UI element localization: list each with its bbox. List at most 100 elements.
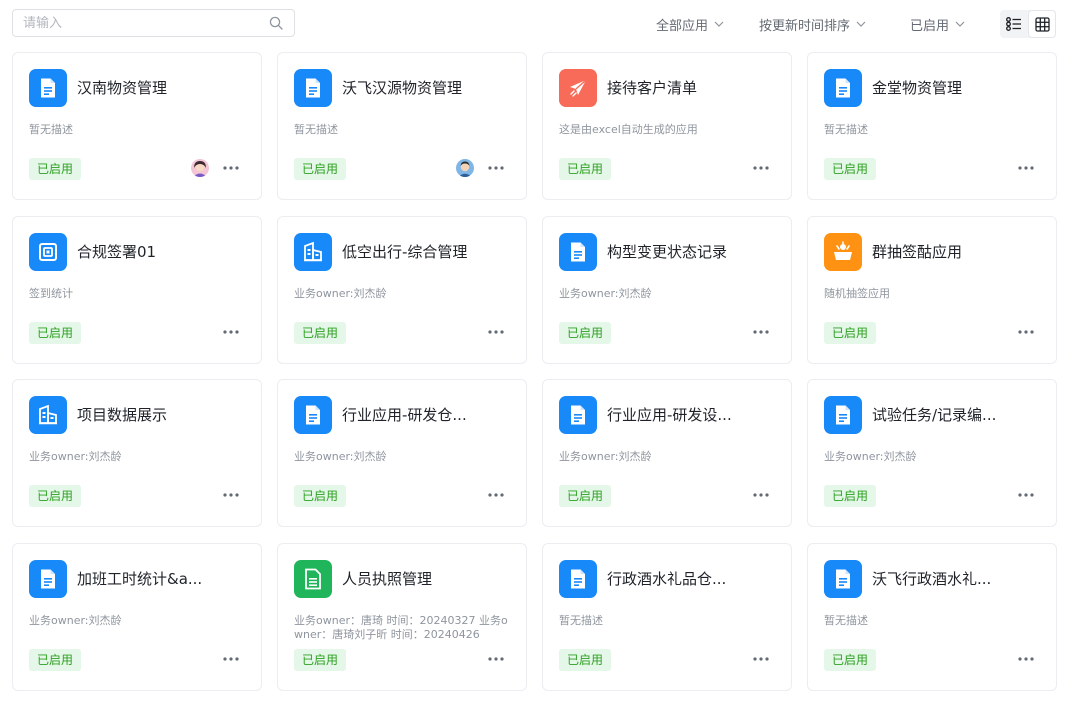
app-card[interactable]: 接待客户清单 这是由excel自动生成的应用 已启用 xyxy=(542,52,792,200)
app-name: 合规签署01 xyxy=(77,242,157,261)
status-badge: 已启用 xyxy=(559,485,612,507)
list-view-icon xyxy=(1006,17,1021,31)
app-name: 项目数据展示 xyxy=(77,406,168,424)
grid-view-button[interactable] xyxy=(1028,10,1056,38)
document-icon xyxy=(824,69,862,107)
chevron-down-icon xyxy=(955,21,965,27)
status-badge: 已启用 xyxy=(824,321,877,344)
more-options-icon[interactable] xyxy=(486,651,506,667)
app-name: 行政酒水礼品仓... xyxy=(607,569,727,588)
scope-filter-label: 全部应用 xyxy=(656,18,709,34)
app-card[interactable]: 行政酒水礼品仓... 暂无描述 已启用 xyxy=(542,542,792,691)
app-card-grid: 汉南物资管理 暂无描述 已启用 沃飞汉源物资管理 暂无描述 已启用 接待客户清单… xyxy=(12,52,1057,691)
status-badge: 已启用 xyxy=(29,485,82,507)
document-icon xyxy=(559,559,597,598)
app-description: 业务owner:刘杰龄 xyxy=(294,286,387,300)
more-options-icon[interactable] xyxy=(751,487,771,503)
status-badge: 已启用 xyxy=(824,648,877,671)
app-description: 暂无描述 xyxy=(824,613,868,627)
app-card[interactable]: 汉南物资管理 暂无描述 已启用 xyxy=(12,52,262,200)
document-icon xyxy=(559,396,597,434)
search-input[interactable] xyxy=(23,15,268,31)
app-card[interactable]: 构型变更状态记录 业务owner:刘杰龄 已启用 xyxy=(542,215,792,364)
more-options-icon[interactable] xyxy=(1016,160,1036,176)
male-avatar xyxy=(456,159,474,177)
app-card[interactable]: 行业应用-研发仓... 业务owner:刘杰龄 已启用 xyxy=(277,379,527,527)
building-icon xyxy=(294,232,332,271)
more-options-icon[interactable] xyxy=(221,324,241,340)
document-icon xyxy=(824,396,862,434)
document-icon xyxy=(294,69,332,107)
app-description: 随机抽签应用 xyxy=(824,286,890,300)
sort-dropdown[interactable]: 按更新时间排序 xyxy=(759,14,866,34)
app-card[interactable]: 沃飞行政酒水礼... 暂无描述 已启用 xyxy=(807,542,1057,691)
more-options-icon[interactable] xyxy=(1016,651,1036,667)
status-filter-label: 已启用 xyxy=(910,18,950,34)
app-name: 沃飞汉源物资管理 xyxy=(342,79,463,97)
status-badge: 已启用 xyxy=(294,485,347,507)
more-options-icon[interactable] xyxy=(221,160,241,176)
app-description: 暂无描述 xyxy=(559,613,603,627)
status-badge: 已启用 xyxy=(824,158,877,180)
app-name: 沃飞行政酒水礼... xyxy=(872,569,992,588)
sheet-icon xyxy=(294,559,332,598)
app-name: 行业应用-研发仓... xyxy=(342,406,467,424)
app-name: 加班工时统计&a... xyxy=(77,569,203,588)
app-card[interactable]: 群抽签酤应用 随机抽签应用 已启用 xyxy=(807,215,1057,364)
app-name: 构型变更状态记录 xyxy=(607,242,728,261)
grid-view-icon xyxy=(1034,16,1050,32)
status-badge: 已启用 xyxy=(29,648,82,671)
scope-filter-dropdown[interactable]: 全部应用 xyxy=(656,14,724,34)
app-name: 低空出行-综合管理 xyxy=(342,242,468,261)
more-options-icon[interactable] xyxy=(751,651,771,667)
app-name: 行业应用-研发设... xyxy=(607,406,732,424)
more-options-icon[interactable] xyxy=(486,324,506,340)
app-name: 金堂物资管理 xyxy=(872,79,963,97)
app-card[interactable]: 加班工时统计&a... 业务owner:刘杰龄 已启用 xyxy=(12,542,262,691)
search-icon[interactable] xyxy=(268,15,284,31)
status-badge: 已启用 xyxy=(824,485,877,507)
app-description: 这是由excel自动生成的应用 xyxy=(559,123,698,136)
toolbar: 全部应用 按更新时间排序 已启用 xyxy=(0,0,1080,48)
status-badge: 已启用 xyxy=(559,648,612,671)
app-card[interactable]: 试验任务/记录编... 业务owner:刘杰龄 已启用 xyxy=(807,379,1057,527)
status-filter-dropdown[interactable]: 已启用 xyxy=(910,14,965,34)
app-card[interactable]: 低空出行-综合管理 业务owner:刘杰龄 已启用 xyxy=(277,215,527,364)
search-box[interactable] xyxy=(12,9,295,37)
app-description: 暂无描述 xyxy=(294,123,338,136)
app-description: 暂无描述 xyxy=(29,123,73,136)
list-view-button[interactable] xyxy=(1000,10,1028,38)
app-description: 业务owner:刘杰龄 xyxy=(294,450,387,463)
more-options-icon[interactable] xyxy=(1016,487,1036,503)
document-icon xyxy=(29,559,67,598)
chevron-down-icon xyxy=(714,21,724,27)
more-options-icon[interactable] xyxy=(751,324,771,340)
app-card[interactable]: 合规签署01 签到统计 已启用 xyxy=(12,215,262,364)
app-card[interactable]: 行业应用-研发设... 业务owner:刘杰龄 已启用 xyxy=(542,379,792,527)
app-description: 业务owner:刘杰龄 xyxy=(29,450,122,463)
app-description: 业务owner:刘杰龄 xyxy=(559,450,652,463)
status-badge: 已启用 xyxy=(294,158,347,180)
more-options-icon[interactable] xyxy=(751,160,771,176)
more-options-icon[interactable] xyxy=(221,487,241,503)
more-options-icon[interactable] xyxy=(486,487,506,503)
app-name: 试验任务/记录编... xyxy=(872,406,997,424)
more-options-icon[interactable] xyxy=(221,651,241,667)
status-badge: 已启用 xyxy=(559,321,612,344)
app-name: 接待客户清单 xyxy=(607,79,698,97)
more-options-icon[interactable] xyxy=(1016,324,1036,340)
app-card[interactable]: 沃飞汉源物资管理 暂无描述 已启用 xyxy=(277,52,527,200)
app-card[interactable]: 人员执照管理 业务owner：唐琦 时间：20240327 业务owner：唐琦… xyxy=(277,542,527,691)
app-description: 业务owner：唐琦 时间：20240327 业务owner：唐琦刘子昕 时间：… xyxy=(294,613,508,641)
app-card[interactable]: 项目数据展示 业务owner:刘杰龄 已启用 xyxy=(12,379,262,527)
app-name: 人员执照管理 xyxy=(342,569,433,588)
building-icon xyxy=(29,396,67,434)
document-icon xyxy=(294,396,332,434)
app-card[interactable]: 金堂物资管理 暂无描述 已启用 xyxy=(807,52,1057,200)
document-icon xyxy=(29,69,67,107)
gift-icon xyxy=(824,232,862,271)
document-icon xyxy=(824,559,862,598)
plane-icon xyxy=(559,69,597,107)
app-name: 汉南物资管理 xyxy=(77,79,168,97)
more-options-icon[interactable] xyxy=(486,160,506,176)
